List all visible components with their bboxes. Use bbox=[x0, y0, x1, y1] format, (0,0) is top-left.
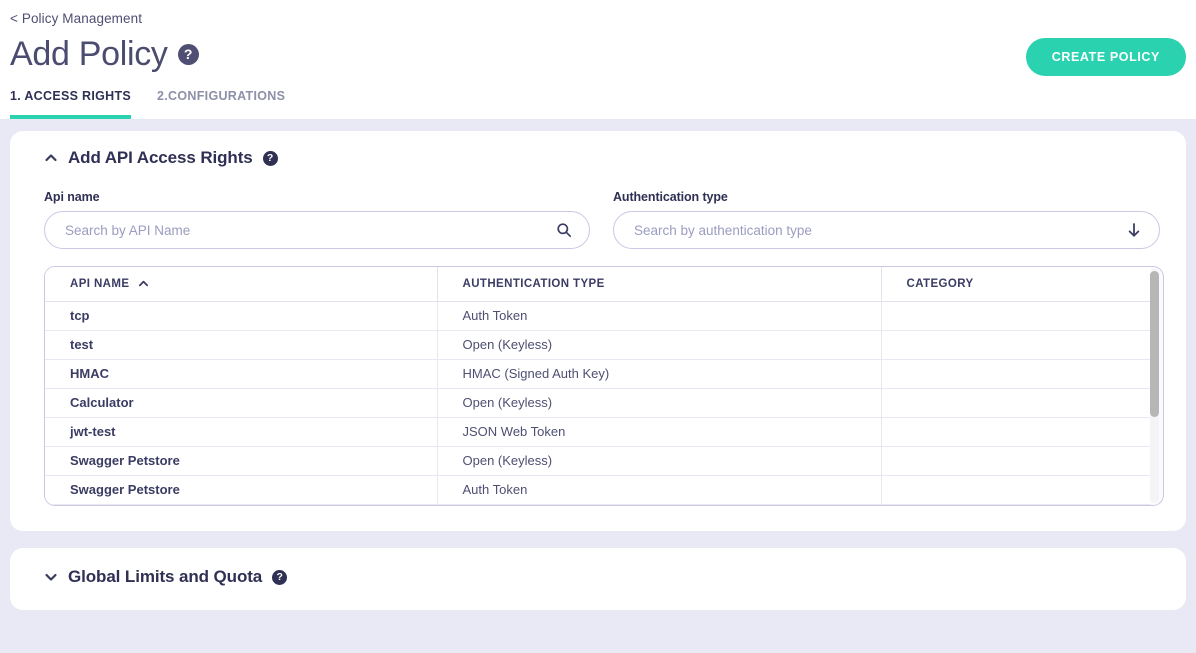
cell-category bbox=[881, 446, 1151, 475]
api-access-table: API NAME AUTHENTICATION TYPE bbox=[45, 267, 1151, 505]
cell-authentication-type: Auth Token bbox=[437, 301, 881, 330]
cell-category bbox=[881, 359, 1151, 388]
tab-bar: 1. ACCESS RIGHTS 2.CONFIGURATIONS bbox=[10, 89, 285, 119]
cell-api-name: tcp bbox=[45, 301, 437, 330]
auth-type-label: Authentication type bbox=[613, 190, 1160, 204]
cell-authentication-type: Open (Keyless) bbox=[437, 446, 881, 475]
cell-api-name: Calculator bbox=[45, 388, 437, 417]
filters-row: Api name Authentication type bbox=[36, 168, 1160, 249]
breadcrumb-policy-management[interactable]: < Policy Management bbox=[10, 11, 142, 26]
table-row[interactable]: HMAC HMAC (Signed Auth Key) bbox=[45, 359, 1151, 388]
global-limits-help-icon[interactable]: ? bbox=[272, 570, 287, 585]
cell-category bbox=[881, 475, 1151, 504]
cell-authentication-type: Auth Token bbox=[437, 475, 881, 504]
cell-category bbox=[881, 301, 1151, 330]
table-row[interactable]: jwt-test JSON Web Token bbox=[45, 417, 1151, 446]
table-row[interactable]: Swagger Petstore Auth Token bbox=[45, 475, 1151, 504]
auth-type-input-wrap bbox=[613, 211, 1160, 249]
column-header-authentication-type[interactable]: AUTHENTICATION TYPE bbox=[437, 267, 881, 301]
chevron-down-icon[interactable] bbox=[44, 570, 58, 584]
api-name-input-wrap bbox=[44, 211, 590, 249]
column-header-category[interactable]: CATEGORY bbox=[881, 267, 1151, 301]
cell-authentication-type: Open (Keyless) bbox=[437, 330, 881, 359]
table-row[interactable]: Swagger Petstore Open (Keyless) bbox=[45, 446, 1151, 475]
cell-api-name: jwt-test bbox=[45, 417, 437, 446]
api-name-search-input[interactable] bbox=[44, 211, 590, 249]
page-title: Add Policy bbox=[10, 33, 168, 75]
api-access-table-wrapper: API NAME AUTHENTICATION TYPE bbox=[44, 266, 1164, 506]
cell-api-name: Swagger Petstore bbox=[45, 475, 437, 504]
access-rights-card: Add API Access Rights ? Api name Auth bbox=[10, 131, 1186, 531]
table-scrollbar-thumb[interactable] bbox=[1150, 271, 1159, 417]
chevron-up-icon[interactable] bbox=[44, 151, 58, 165]
access-rights-help-icon[interactable]: ? bbox=[263, 151, 278, 166]
page-canvas: Add API Access Rights ? Api name Auth bbox=[0, 119, 1196, 653]
page-header: < Policy Management Add Policy ? CREATE … bbox=[0, 0, 1196, 119]
tab-access-rights[interactable]: 1. ACCESS RIGHTS bbox=[10, 89, 131, 119]
cell-api-name: test bbox=[45, 330, 437, 359]
tab-configurations[interactable]: 2.CONFIGURATIONS bbox=[157, 89, 285, 119]
help-icon[interactable]: ? bbox=[178, 44, 199, 65]
cell-api-name: Swagger Petstore bbox=[45, 446, 437, 475]
auth-type-field: Authentication type bbox=[613, 190, 1160, 249]
cell-category bbox=[881, 388, 1151, 417]
title-row: Add Policy ? bbox=[10, 33, 199, 75]
cell-api-name: HMAC bbox=[45, 359, 437, 388]
api-name-label: Api name bbox=[44, 190, 590, 204]
cell-category bbox=[881, 330, 1151, 359]
table-header-row: API NAME AUTHENTICATION TYPE bbox=[45, 267, 1151, 301]
cell-authentication-type: JSON Web Token bbox=[437, 417, 881, 446]
api-name-field: Api name bbox=[44, 190, 590, 249]
cell-category bbox=[881, 417, 1151, 446]
table-row[interactable]: test Open (Keyless) bbox=[45, 330, 1151, 359]
global-limits-card: Global Limits and Quota ? bbox=[10, 548, 1186, 610]
column-label-authentication-type: AUTHENTICATION TYPE bbox=[463, 278, 605, 290]
column-label-category: CATEGORY bbox=[907, 278, 974, 290]
global-limits-title: Global Limits and Quota bbox=[68, 567, 262, 587]
access-rights-title: Add API Access Rights bbox=[68, 148, 253, 168]
column-label-api-name: API NAME bbox=[70, 278, 129, 290]
cell-authentication-type: HMAC (Signed Auth Key) bbox=[437, 359, 881, 388]
create-policy-button[interactable]: CREATE POLICY bbox=[1026, 38, 1186, 76]
sort-chevron-up-icon[interactable] bbox=[138, 278, 149, 289]
cell-authentication-type: Open (Keyless) bbox=[437, 388, 881, 417]
auth-type-search-input[interactable] bbox=[613, 211, 1160, 249]
table-row[interactable]: tcp Auth Token bbox=[45, 301, 1151, 330]
access-rights-section-header[interactable]: Add API Access Rights ? bbox=[36, 131, 1160, 168]
global-limits-section-header[interactable]: Global Limits and Quota ? bbox=[10, 548, 1186, 587]
table-body: tcp Auth Token test Open (Keyless) HMAC … bbox=[45, 301, 1151, 504]
table-head: API NAME AUTHENTICATION TYPE bbox=[45, 267, 1151, 301]
api-access-table-scroll[interactable]: API NAME AUTHENTICATION TYPE bbox=[45, 267, 1163, 505]
table-row[interactable]: Calculator Open (Keyless) bbox=[45, 388, 1151, 417]
column-header-api-name[interactable]: API NAME bbox=[45, 267, 437, 301]
